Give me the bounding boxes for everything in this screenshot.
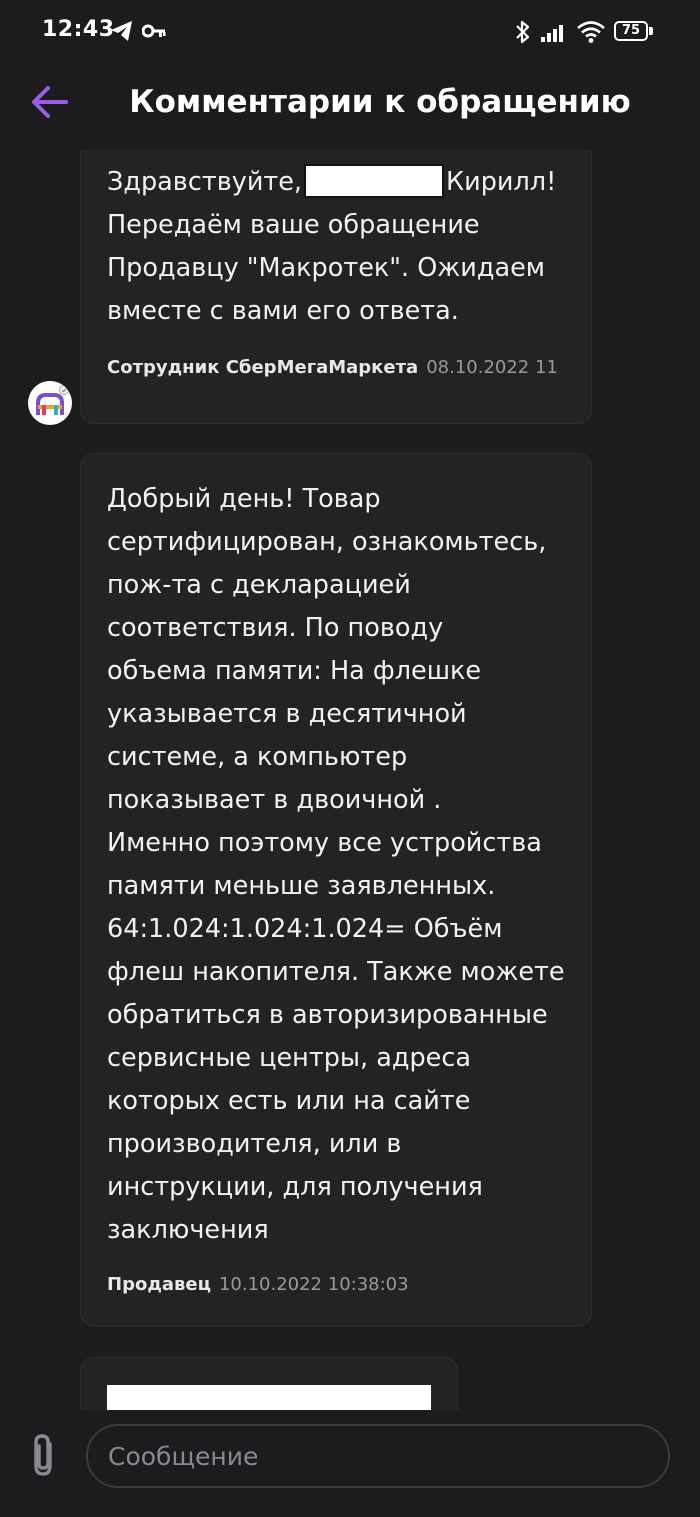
telegram-icon — [111, 21, 132, 41]
message-text-greeting: Здравствуйте, — [107, 167, 303, 197]
message-text: Здравствуйте, Кирилл! Передаём ваше обращ… — [107, 161, 567, 333]
status-time: 12:43 — [42, 17, 115, 42]
page-title: Комментарии к обращению — [129, 84, 631, 120]
key-icon — [142, 24, 166, 38]
bluetooth-icon — [516, 20, 530, 44]
message-meta: Сотрудник СберМегаМаркета 08.10.2022 11 — [107, 357, 558, 378]
app-header: Комментарии к обращению — [0, 64, 700, 144]
message-composer — [0, 1410, 700, 1517]
message-bubble: Здравствуйте, Кирилл! Передаём ваше обращ… — [80, 150, 592, 424]
paperclip-icon — [34, 1434, 52, 1476]
message-time: 10.10.2022 10:38:03 — [218, 1274, 409, 1295]
avatar — [28, 381, 72, 425]
comments-list[interactable]: Здравствуйте, Кирилл! Передаём ваше обращ… — [0, 150, 700, 1410]
store-logo-icon — [36, 384, 70, 415]
redacted-block — [107, 1385, 431, 1410]
battery-icon: 75 — [614, 21, 654, 43]
message-text: Добрый день! Товар сертифицирован, ознак… — [107, 484, 565, 1245]
attach-button[interactable] — [24, 1430, 64, 1482]
message-bubble: Добрый день! Товар сертифицирован, ознак… — [80, 453, 592, 1327]
message-author: Сотрудник СберМегаМаркета — [107, 357, 419, 378]
message-meta: Продавец 10.10.2022 10:38:03 — [107, 1274, 409, 1295]
status-bar: 12:43 75 — [0, 0, 700, 64]
message-input[interactable] — [86, 1424, 670, 1488]
message-author: Продавец — [107, 1274, 211, 1295]
battery-level: 75 — [621, 23, 641, 38]
wifi-icon — [577, 21, 605, 43]
message-bubble — [80, 1357, 458, 1410]
redacted-block — [304, 164, 445, 198]
signal-icon — [541, 25, 563, 42]
message-time: 08.10.2022 11 — [426, 357, 558, 378]
